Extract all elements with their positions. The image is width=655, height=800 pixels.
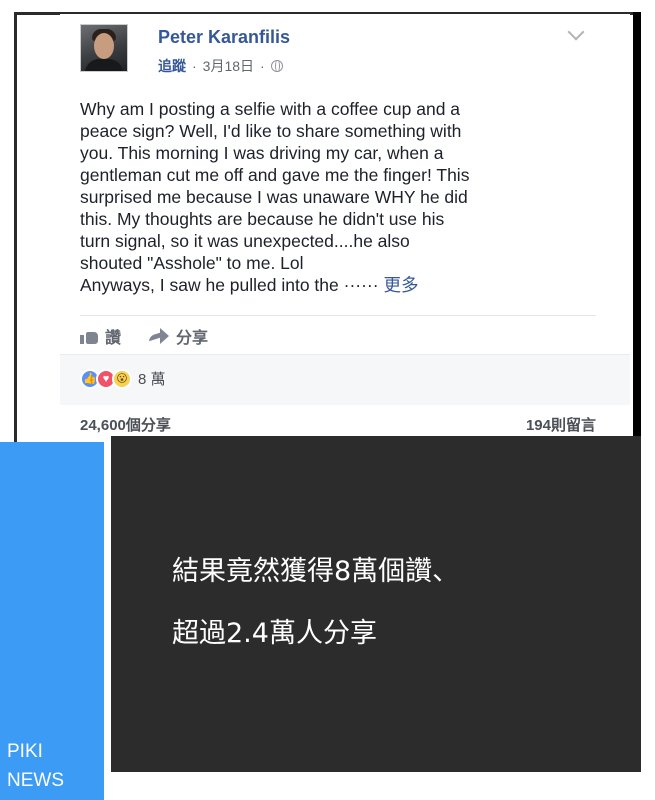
post-date[interactable]: 3月18日 (203, 56, 254, 76)
post-line: shouted "Asshole" to me. Lol (80, 253, 304, 273)
brand-line: NEWS (7, 770, 64, 791)
caption-line: 超過2.4萬人分享 (172, 618, 377, 649)
post-line: gentleman cut me off and gave me the fin… (80, 165, 470, 185)
meta-separator-2: · (260, 58, 265, 74)
engagement-row: 24,600個分享 194則留言 (80, 414, 596, 435)
comment-count[interactable]: 194則留言 (526, 414, 596, 435)
share-icon (149, 328, 170, 344)
post-line-last: Anyways, I saw he pulled into the ······… (80, 274, 610, 296)
post-line: Why am I posting a selfie with a coffee … (80, 99, 461, 119)
post-line: surprised me because I was unaware WHY h… (80, 187, 468, 207)
action-bar: 讚 分享 (80, 324, 208, 348)
wow-reaction-icon: 😮 (112, 368, 132, 389)
like-button[interactable]: 讚 (80, 324, 121, 348)
reactions-summary[interactable]: 👍 ♥ 😮 8 萬 (80, 368, 166, 389)
avatar-shirt (85, 59, 123, 71)
brand-line: PIKI (7, 741, 43, 762)
share-count[interactable]: 24,600個分享 (80, 414, 171, 435)
post-line: Anyways, I saw he pulled into the ······ (80, 275, 379, 295)
follow-link[interactable]: 追蹤 (158, 56, 186, 76)
caption: 結果竟然獲得8萬個讚、 超過2.4萬人分享 (172, 541, 459, 665)
like-label: 讚 (105, 330, 122, 347)
see-more-link[interactable]: 更多 (383, 275, 418, 295)
share-button[interactable]: 分享 (149, 324, 208, 348)
meta-separator: · (192, 58, 197, 74)
post-line: turn signal, so it was unexpected....he … (80, 231, 410, 251)
post-line: peace sign? Well, I'd like to share some… (80, 121, 462, 141)
author-name[interactable]: Peter Karanfilis (158, 27, 290, 48)
post-meta: 追蹤 · 3月18日 · (158, 56, 283, 76)
post-line: this. My thoughts are because he didn't … (80, 209, 445, 229)
frame-edge (633, 12, 641, 442)
share-label: 分享 (176, 330, 209, 347)
post-line: you. This morning I was driving my car, … (80, 143, 444, 163)
post-body: Why am I posting a selfie with a coffee … (80, 98, 610, 296)
caption-line: 結果竟然獲得8萬個讚、 (172, 556, 460, 587)
divider (80, 315, 596, 316)
avatar[interactable] (80, 24, 128, 72)
reaction-count: 8 萬 (138, 371, 166, 388)
globe-icon (270, 60, 283, 72)
like-icon (80, 328, 98, 344)
brand-logo: PIKI NEWS (7, 737, 64, 795)
avatar-face (94, 33, 114, 59)
